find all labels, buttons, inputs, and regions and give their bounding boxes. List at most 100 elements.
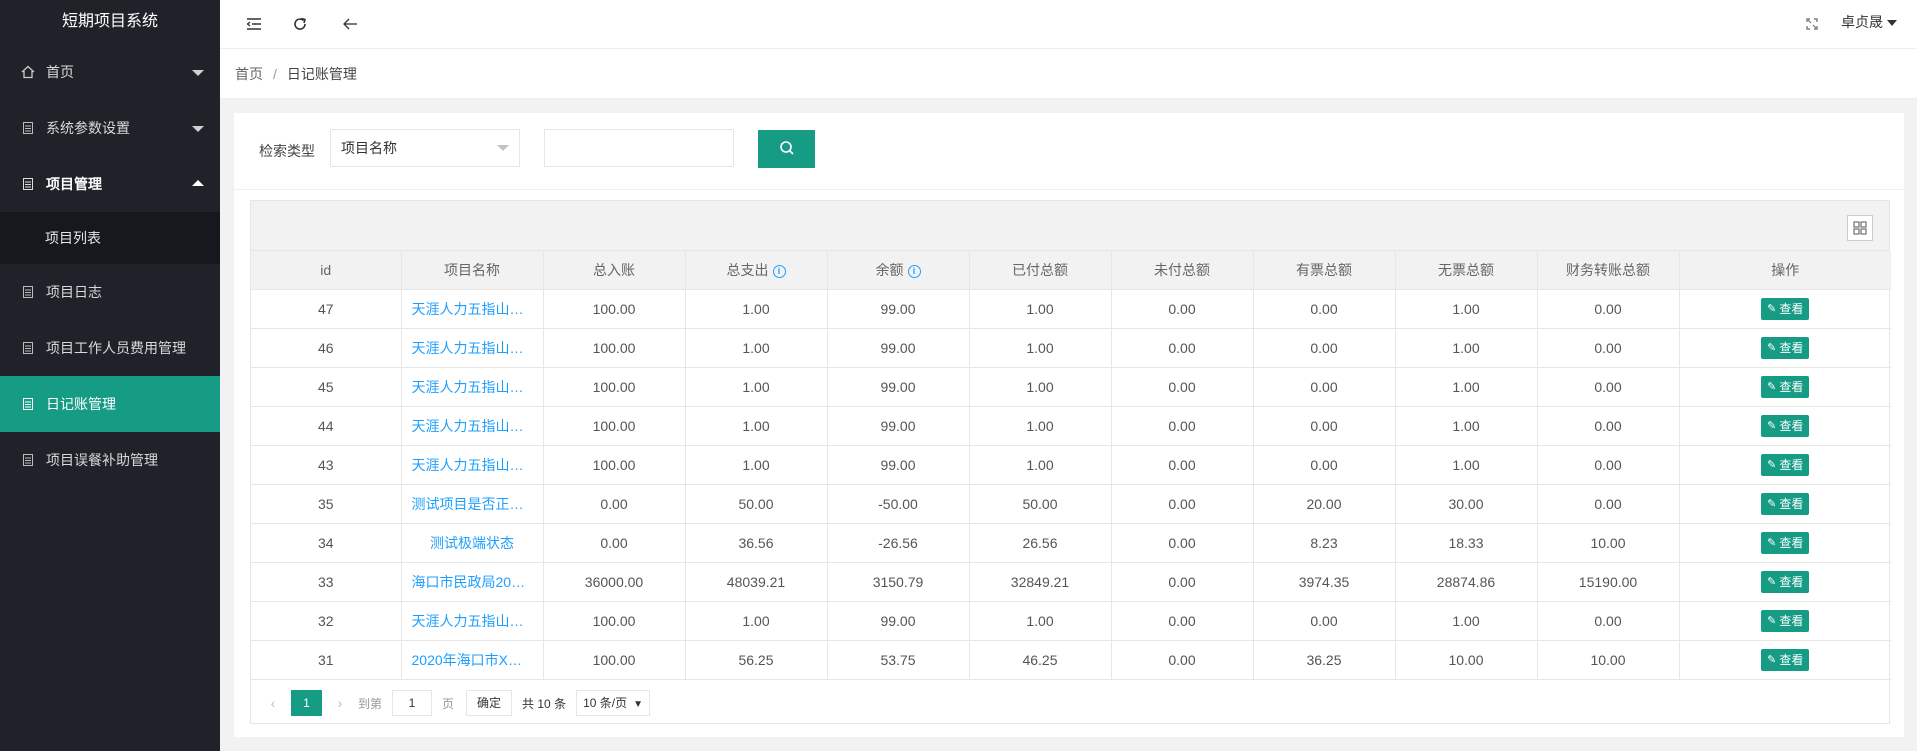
sidebar-item-project-log[interactable]: 项目日志 bbox=[0, 264, 220, 320]
view-button[interactable]: ✎ 查看 bbox=[1761, 414, 1810, 437]
search-button[interactable] bbox=[758, 130, 815, 168]
project-name-link[interactable]: 天涯人力五指山市第七次全国人口普查 bbox=[401, 406, 544, 446]
info-icon[interactable]: i bbox=[907, 264, 921, 278]
sidebar: 短期项目系统 首页 系统参数设置 项目管理 项目列表 项目日志 项目工作人员费用… bbox=[0, 0, 220, 751]
table-cell: 1.00 bbox=[969, 367, 1112, 407]
project-name-link[interactable]: 2020年海口市X项目 bbox=[401, 640, 544, 680]
view-button[interactable]: ✎ 查看 bbox=[1761, 531, 1810, 554]
journal-table: id 项目名称 总入账 总支出 i 余额 i 已付总额 未付总额 有票总额 无票总额… bbox=[251, 251, 1891, 680]
project-name-link[interactable]: 测试极端状态 bbox=[401, 523, 544, 563]
sidebar-item-label: 系统参数设置 bbox=[46, 120, 130, 136]
refresh-icon[interactable] bbox=[288, 12, 312, 36]
doc-icon bbox=[20, 120, 36, 136]
table-cell: 100.00 bbox=[543, 445, 686, 485]
project-name-link[interactable]: 天涯人力五指山市第七次全国人口普查 bbox=[401, 445, 544, 485]
view-button[interactable]: ✎ 查看 bbox=[1761, 570, 1810, 593]
view-button[interactable]: ✎ 查看 bbox=[1761, 375, 1810, 398]
action-cell: ✎ 查看 bbox=[1679, 445, 1891, 485]
goto-page-input[interactable]: 1 bbox=[392, 690, 433, 716]
table-row: 47天涯人力五指山市第七次全国人口普查100.001.0099.001.000.… bbox=[251, 289, 1891, 329]
view-button[interactable]: ✎ 查看 bbox=[1761, 297, 1810, 320]
sidebar-item-staff-cost[interactable]: 项目工作人员费用管理 bbox=[0, 320, 220, 376]
table-cell: -26.56 bbox=[827, 523, 970, 563]
page-size-select[interactable]: 10 条/页 ▼ bbox=[576, 690, 651, 716]
sidebar-item-journal[interactable]: 日记账管理 bbox=[0, 376, 220, 432]
table-row: 43天涯人力五指山市第七次全国人口普查100.001.0099.001.000.… bbox=[251, 445, 1891, 485]
search-input[interactable] bbox=[544, 129, 734, 167]
edit-pen-icon: ✎ bbox=[1767, 420, 1777, 432]
column-header: 未付总额 bbox=[1111, 251, 1254, 290]
sidebar-item-meal-subsidy[interactable]: 项目误餐补助管理 bbox=[0, 432, 220, 488]
table-cell: 100.00 bbox=[543, 640, 686, 680]
table-cell: 0.00 bbox=[1537, 445, 1680, 485]
view-button-label: 查看 bbox=[1779, 614, 1804, 628]
search-bar: 检索类型 项目名称 bbox=[234, 113, 1904, 190]
view-button[interactable]: ✎ 查看 bbox=[1761, 609, 1810, 632]
doc-icon bbox=[20, 340, 36, 356]
select-caret-icon bbox=[497, 145, 509, 151]
action-cell: ✎ 查看 bbox=[1679, 562, 1891, 602]
breadcrumb-home[interactable]: 首页 bbox=[235, 64, 263, 84]
back-arrow-icon[interactable] bbox=[338, 12, 362, 36]
table-cell: 1.00 bbox=[969, 445, 1112, 485]
top-header: 卓贞晟 bbox=[220, 0, 1917, 49]
view-button-label: 查看 bbox=[1779, 458, 1804, 472]
sidebar-subitem-project-list[interactable]: 项目列表 bbox=[0, 212, 220, 264]
edit-pen-icon: ✎ bbox=[1767, 303, 1777, 315]
doc-icon bbox=[20, 284, 36, 300]
table-cell: 3150.79 bbox=[827, 562, 970, 602]
project-name-link[interactable]: 天涯人力五指山市第七次全国人口普查 bbox=[401, 328, 544, 368]
table-cell: 99.00 bbox=[827, 367, 970, 407]
user-menu[interactable]: 卓贞晟 bbox=[1841, 0, 1917, 44]
column-header: 财务转账总额 bbox=[1537, 251, 1680, 290]
sidebar-item-label: 项目工作人员费用管理 bbox=[46, 340, 186, 356]
table-row: 32天涯人力五指山市第七次全国人口普查100.001.0099.001.000.… bbox=[251, 601, 1891, 641]
column-filter-icon[interactable] bbox=[1847, 215, 1873, 241]
table-cell: 1.00 bbox=[1395, 289, 1538, 329]
table-cell: 46 bbox=[251, 328, 402, 368]
prev-page-icon[interactable]: ‹ bbox=[261, 695, 285, 711]
table-row: 33海口市民政局2020年项目36000.0048039.213150.7932… bbox=[251, 562, 1891, 602]
table-cell: 1.00 bbox=[969, 328, 1112, 368]
project-name-link[interactable]: 天涯人力五指山市第七次全国人口普查 bbox=[401, 289, 544, 329]
goto-confirm-button[interactable]: 确定 bbox=[466, 690, 513, 716]
view-button[interactable]: ✎ 查看 bbox=[1761, 492, 1810, 515]
sidebar-item-home[interactable]: 首页 bbox=[0, 44, 220, 100]
table-cell: 48039.21 bbox=[685, 562, 828, 602]
edit-pen-icon: ✎ bbox=[1767, 342, 1777, 354]
breadcrumb-current: 日记账管理 bbox=[286, 65, 357, 82]
menu-collapse-icon[interactable] bbox=[242, 12, 266, 36]
table-cell: 50.00 bbox=[969, 484, 1112, 524]
project-name-link[interactable]: 天涯人力五指山市第七次全国人口普查 bbox=[401, 367, 544, 407]
table-cell: 0.00 bbox=[1111, 523, 1254, 563]
table-cell: 26.56 bbox=[969, 523, 1112, 563]
view-button[interactable]: ✎ 查看 bbox=[1761, 648, 1810, 671]
table-cell: 0.00 bbox=[1111, 406, 1254, 446]
project-name-link[interactable]: 测试项目是否正常运行 bbox=[401, 484, 544, 524]
sidebar-item-project-management[interactable]: 项目管理 bbox=[0, 156, 220, 212]
column-header: 项目名称 bbox=[401, 251, 544, 290]
table-cell: 34 bbox=[251, 523, 402, 563]
view-button[interactable]: ✎ 查看 bbox=[1761, 336, 1810, 359]
table-cell: 1.00 bbox=[1395, 445, 1538, 485]
table-cell: 44 bbox=[251, 406, 402, 446]
edit-pen-icon: ✎ bbox=[1767, 381, 1777, 393]
table-cell: 0.00 bbox=[1253, 406, 1396, 446]
edit-pen-icon: ✎ bbox=[1767, 498, 1777, 510]
fullscreen-icon[interactable] bbox=[1800, 12, 1824, 36]
info-icon[interactable]: i bbox=[772, 264, 786, 278]
sidebar-item-label: 首页 bbox=[46, 64, 74, 80]
project-name-link[interactable]: 海口市民政局2020年项目 bbox=[401, 562, 544, 602]
table-cell: 8.23 bbox=[1253, 523, 1396, 563]
table-cell: 46.25 bbox=[969, 640, 1112, 680]
table-cell: 1.00 bbox=[1395, 406, 1538, 446]
search-type-select[interactable]: 项目名称 bbox=[330, 129, 520, 167]
next-page-icon[interactable]: › bbox=[328, 695, 352, 711]
search-type-value: 项目名称 bbox=[341, 140, 397, 156]
current-page[interactable]: 1 bbox=[291, 690, 322, 716]
project-name-link[interactable]: 天涯人力五指山市第七次全国人口普查 bbox=[401, 601, 544, 641]
table-cell: 99.00 bbox=[827, 328, 970, 368]
doc-icon bbox=[20, 452, 36, 468]
sidebar-item-system-settings[interactable]: 系统参数设置 bbox=[0, 100, 220, 156]
view-button[interactable]: ✎ 查看 bbox=[1761, 453, 1810, 476]
